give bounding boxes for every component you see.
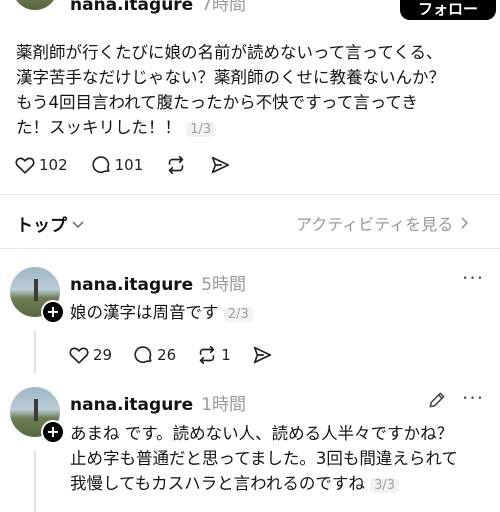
plus-icon[interactable]: +: [41, 420, 65, 444]
more-icon[interactable]: ···: [462, 266, 484, 290]
reply-counter: 3/3: [370, 478, 400, 493]
share-icon: [253, 346, 271, 364]
repost-icon: [169, 155, 184, 175]
chevron-right-icon: [461, 217, 469, 229]
divider: [0, 248, 500, 249]
thread-line: [34, 330, 36, 374]
share-button[interactable]: [251, 344, 273, 366]
reply-counter: 2/3: [223, 307, 253, 322]
reply-username[interactable]: nana.itagure: [70, 395, 193, 415]
reply-count: 101: [114, 156, 144, 174]
post-username[interactable]: nana.itagure: [70, 0, 193, 15]
reply-body: 娘の漢字は周音です 2/3: [70, 300, 253, 327]
post-actions: 102 101: [14, 154, 231, 176]
reply-line: 止め字も普通だと思ってました。3回も間違えられて: [70, 449, 458, 468]
post-line: た！スッキリした！！: [16, 118, 181, 137]
reply-username[interactable]: nana.itagure: [70, 275, 193, 295]
plus-icon[interactable]: +: [41, 300, 65, 324]
reply-line: 娘の漢字は周音です: [70, 303, 219, 322]
comment-icon: [92, 156, 110, 174]
like-button[interactable]: 29: [68, 344, 112, 366]
post-body: 薬剤師が行くたびに娘の名前が読めないって言ってくる、 漢字苦手なだけじゃない？薬…: [16, 40, 486, 142]
thread-line: [34, 450, 36, 512]
repost-button[interactable]: [165, 154, 187, 176]
post-line: 漢字苦手なだけじゃない？薬剤師のくせに教養ないんか？: [16, 68, 445, 87]
comment-icon: [134, 346, 152, 364]
follow-button[interactable]: フォロー: [400, 0, 496, 20]
reply-line: 我慢してもカスハラと言われるのですね: [70, 474, 365, 493]
share-icon: [212, 156, 230, 174]
reply-count: 26: [157, 346, 177, 364]
repost-button[interactable]: 1: [196, 344, 231, 366]
post-time: 7時間: [201, 0, 247, 15]
repost-count: 1: [221, 346, 231, 364]
follow-button-label: フォロー: [417, 0, 478, 18]
reply-button[interactable]: 101: [90, 154, 144, 176]
post-line: 薬剤師が行くたびに娘の名前が読めないって言ってくる、: [16, 43, 443, 62]
activity-link-label: アクティビティを見る: [296, 215, 454, 234]
like-count: 29: [93, 346, 113, 364]
reply-time: 1時間: [201, 395, 247, 415]
edit-icon[interactable]: [427, 390, 447, 410]
repost-icon: [199, 345, 215, 365]
heart-icon: [69, 347, 89, 364]
more-icon[interactable]: ···: [462, 386, 484, 410]
heart-icon: [15, 157, 35, 174]
like-count: 102: [39, 156, 68, 174]
chevron-down-icon: [72, 220, 84, 228]
post-counter: 1/3: [186, 122, 216, 137]
like-button[interactable]: 102: [14, 154, 68, 176]
share-button[interactable]: [209, 154, 231, 176]
reply-button[interactable]: 26: [132, 344, 176, 366]
sort-label: トップ: [16, 216, 67, 236]
avatar[interactable]: [12, 0, 58, 10]
reply-line: あまね です。読めない人、読める人半々ですかね？: [70, 424, 454, 443]
activity-link[interactable]: アクティビティを見る: [296, 211, 469, 235]
reply-actions: 29 26 1: [68, 344, 273, 366]
reply-time: 5時間: [201, 275, 247, 295]
post-line: もう4回目言われて腹たったから不快ですって言ってき: [16, 93, 418, 112]
reply-body: あまね です。読めない人、読める人半々ですかね？ 止め字も普通だと思ってました。…: [70, 421, 495, 498]
sort-dropdown[interactable]: トップ: [16, 211, 85, 236]
divider: [0, 194, 500, 195]
